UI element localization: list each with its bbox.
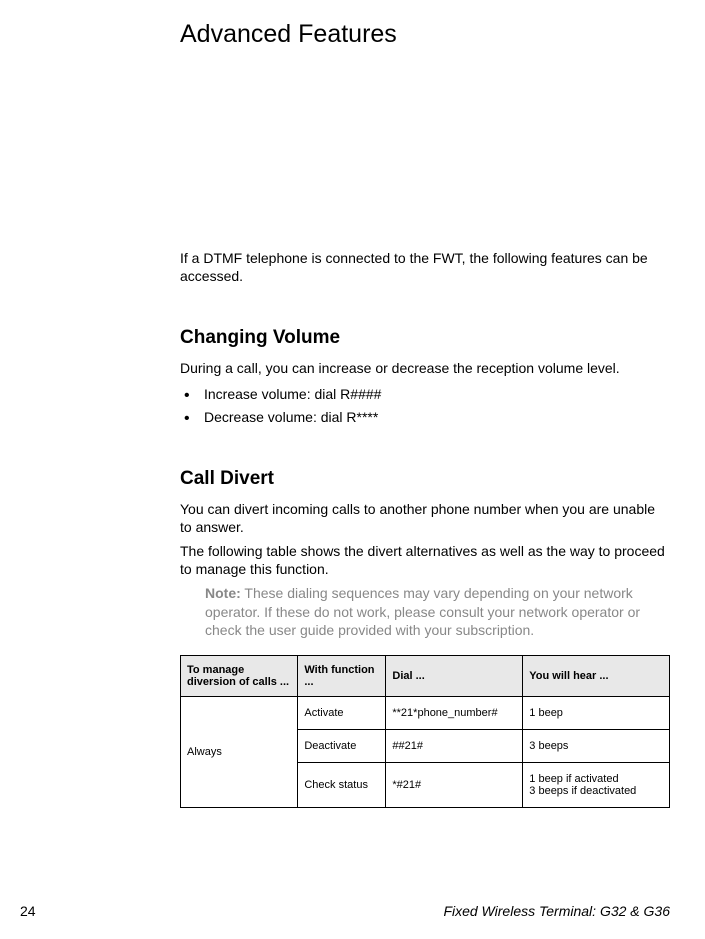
- table-header-hear: You will hear ...: [523, 655, 670, 696]
- section-call-divert-title: Call Divert: [180, 468, 670, 490]
- table-row: Always Activate **21*phone_number# 1 bee…: [181, 696, 670, 729]
- page-footer: 24 Fixed Wireless Terminal: G32 & G36: [20, 903, 670, 919]
- table-header-function: With function ...: [298, 655, 386, 696]
- doc-title-footer: Fixed Wireless Terminal: G32 & G36: [443, 903, 670, 919]
- page-title: Advanced Features: [180, 20, 670, 49]
- cell-dial: ##21#: [386, 729, 523, 762]
- table-header-dial: Dial ...: [386, 655, 523, 696]
- cell-dial: *#21#: [386, 762, 523, 807]
- note-label: Note:: [205, 585, 241, 601]
- volume-bullet-list: Increase volume: dial R#### Decrease vol…: [180, 384, 670, 428]
- bullet-increase-volume: Increase volume: dial R####: [180, 384, 670, 405]
- section-changing-volume-title: Changing Volume: [180, 327, 670, 349]
- note-text: These dialing sequences may vary dependi…: [205, 585, 640, 637]
- cell-dial: **21*phone_number#: [386, 696, 523, 729]
- call-divert-text2: The following table shows the divert alt…: [180, 542, 670, 578]
- cell-hear: 1 beep: [523, 696, 670, 729]
- table-header-manage: To manage diversion of calls ...: [181, 655, 298, 696]
- cell-always: Always: [181, 696, 298, 807]
- cell-function: Activate: [298, 696, 386, 729]
- section-changing-volume-text: During a call, you can increase or decre…: [180, 359, 670, 377]
- page-number: 24: [20, 903, 36, 919]
- bullet-decrease-volume: Decrease volume: dial R****: [180, 407, 670, 428]
- divert-table: To manage diversion of calls ... With fu…: [180, 655, 670, 808]
- intro-text: If a DTMF telephone is connected to the …: [180, 249, 670, 285]
- cell-hear: 3 beeps: [523, 729, 670, 762]
- cell-function: Deactivate: [298, 729, 386, 762]
- cell-hear: 1 beep if activated 3 beeps if deactivat…: [523, 762, 670, 807]
- call-divert-text1: You can divert incoming calls to another…: [180, 500, 670, 536]
- cell-function: Check status: [298, 762, 386, 807]
- note-block: Note: These dialing sequences may vary d…: [205, 584, 670, 639]
